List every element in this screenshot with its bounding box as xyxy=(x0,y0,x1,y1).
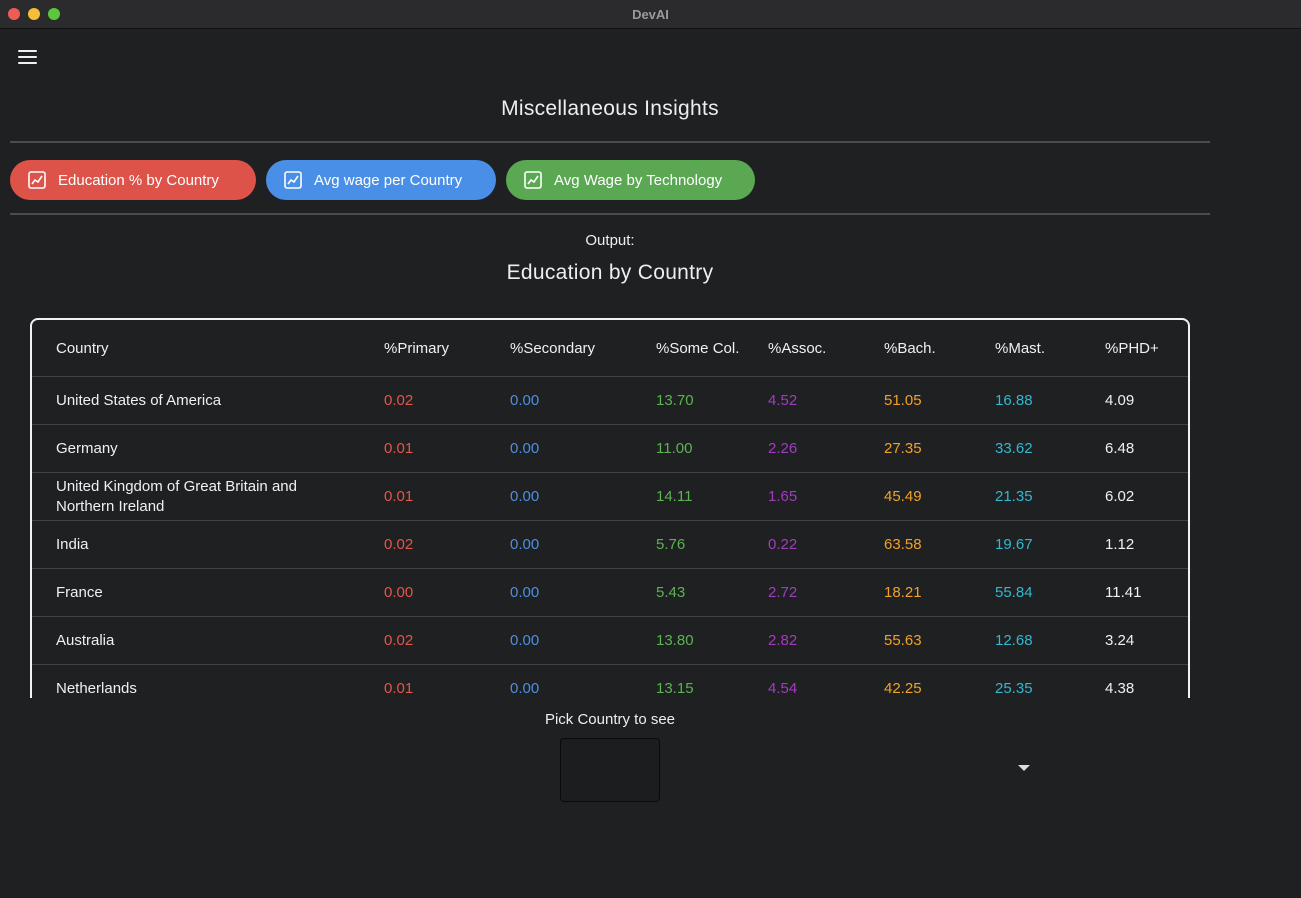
country-cell: India xyxy=(32,520,384,569)
some-college-cell: 13.80 xyxy=(656,616,768,665)
some-college-cell: 13.15 xyxy=(656,664,768,698)
bachelor-cell: 42.25 xyxy=(884,664,995,698)
table-row: Australia 0.02 0.00 13.80 2.82 55.63 12.… xyxy=(32,616,1188,665)
column-header[interactable]: Country xyxy=(32,320,384,377)
primary-cell: 0.01 xyxy=(384,472,510,521)
column-header[interactable]: %Assoc. xyxy=(768,320,884,377)
associate-cell: 4.52 xyxy=(768,376,884,425)
primary-cell: 0.02 xyxy=(384,616,510,665)
page-title: Miscellaneous Insights xyxy=(501,97,719,120)
secondary-cell: 0.00 xyxy=(510,664,656,698)
column-header[interactable]: %Primary xyxy=(384,320,510,377)
some-college-cell: 13.70 xyxy=(656,376,768,425)
avg-wage-per-country-button[interactable]: Avg wage per Country xyxy=(266,160,496,200)
primary-cell: 0.02 xyxy=(384,376,510,425)
education-table: Country %Primary %Secondary %Some Col. %… xyxy=(32,320,1188,698)
table-row: France 0.00 0.00 5.43 2.72 18.21 55.84 1… xyxy=(32,568,1188,617)
chart-icon xyxy=(28,171,46,189)
chart-icon xyxy=(284,171,302,189)
bachelor-cell: 45.49 xyxy=(884,472,995,521)
some-college-cell: 5.43 xyxy=(656,568,768,617)
primary-cell: 0.01 xyxy=(384,664,510,698)
master-cell: 55.84 xyxy=(995,568,1105,617)
country-cell: United Kingdom of Great Britain and Nort… xyxy=(32,472,384,521)
education-table-container[interactable]: Country %Primary %Secondary %Some Col. %… xyxy=(30,318,1190,698)
pick-country-label: Pick Country to see xyxy=(544,711,676,728)
phd-cell: 6.02 xyxy=(1105,472,1188,521)
top-divider xyxy=(10,141,1210,143)
some-college-cell: 5.76 xyxy=(656,520,768,569)
primary-cell: 0.01 xyxy=(384,424,510,473)
column-header[interactable]: %Bach. xyxy=(884,320,995,377)
button-label: Avg wage per Country xyxy=(314,171,463,189)
country-cell: France xyxy=(32,568,384,617)
bachelor-cell: 27.35 xyxy=(884,424,995,473)
associate-cell: 4.54 xyxy=(768,664,884,698)
chevron-down-icon[interactable] xyxy=(1018,765,1030,771)
buttons-divider xyxy=(10,213,1210,215)
table-row: Germany 0.01 0.00 11.00 2.26 27.35 33.62… xyxy=(32,424,1188,473)
country-cell: Netherlands xyxy=(32,664,384,698)
phd-cell: 3.24 xyxy=(1105,616,1188,665)
secondary-cell: 0.00 xyxy=(510,520,656,569)
country-cell: Germany xyxy=(32,424,384,473)
associate-cell: 1.65 xyxy=(768,472,884,521)
secondary-cell: 0.00 xyxy=(510,616,656,665)
app-window: DevAI Miscellaneous Insights Education %… xyxy=(0,0,1301,898)
associate-cell: 2.26 xyxy=(768,424,884,473)
output-label: Output: xyxy=(585,232,635,249)
bachelor-cell: 51.05 xyxy=(884,376,995,425)
phd-cell: 11.41 xyxy=(1105,568,1188,617)
button-label: Avg Wage by Technology xyxy=(554,171,723,189)
country-cell: United States of America xyxy=(32,376,384,425)
associate-cell: 0.22 xyxy=(768,520,884,569)
country-cell: Australia xyxy=(32,616,384,665)
secondary-cell: 0.00 xyxy=(510,424,656,473)
secondary-cell: 0.00 xyxy=(510,568,656,617)
bachelor-cell: 18.21 xyxy=(884,568,995,617)
primary-cell: 0.02 xyxy=(384,520,510,569)
phd-cell: 6.48 xyxy=(1105,424,1188,473)
button-label: Education % by Country xyxy=(58,171,219,189)
bachelor-cell: 63.58 xyxy=(884,520,995,569)
table-row: Netherlands 0.01 0.00 13.15 4.54 42.25 2… xyxy=(32,664,1188,698)
phd-cell: 1.12 xyxy=(1105,520,1188,569)
phd-cell: 4.09 xyxy=(1105,376,1188,425)
associate-cell: 2.72 xyxy=(768,568,884,617)
associate-cell: 2.82 xyxy=(768,616,884,665)
education-by-country-button[interactable]: Education % by Country xyxy=(10,160,256,200)
chart-icon xyxy=(524,171,542,189)
secondary-cell: 0.00 xyxy=(510,376,656,425)
primary-cell: 0.00 xyxy=(384,568,510,617)
column-header[interactable]: %Some Col. xyxy=(656,320,768,377)
table-row: United Kingdom of Great Britain and Nort… xyxy=(32,472,1188,521)
secondary-cell: 0.00 xyxy=(510,472,656,521)
table-row: India 0.02 0.00 5.76 0.22 63.58 19.67 1.… xyxy=(32,520,1188,569)
table-header-row: Country %Primary %Secondary %Some Col. %… xyxy=(32,320,1188,377)
master-cell: 21.35 xyxy=(995,472,1105,521)
master-cell: 12.68 xyxy=(995,616,1105,665)
some-college-cell: 14.11 xyxy=(656,472,768,521)
menu-icon[interactable] xyxy=(14,46,42,68)
some-college-cell: 11.00 xyxy=(656,424,768,473)
column-header[interactable]: %Mast. xyxy=(995,320,1105,377)
column-header[interactable]: %Secondary xyxy=(510,320,656,377)
master-cell: 19.67 xyxy=(995,520,1105,569)
master-cell: 33.62 xyxy=(995,424,1105,473)
avg-wage-by-technology-button[interactable]: Avg Wage by Technology xyxy=(506,160,755,200)
column-header[interactable]: %PHD+ xyxy=(1105,320,1188,377)
bachelor-cell: 55.63 xyxy=(884,616,995,665)
title-bar: DevAI xyxy=(0,0,1301,29)
master-cell: 16.88 xyxy=(995,376,1105,425)
master-cell: 25.35 xyxy=(995,664,1105,698)
phd-cell: 4.38 xyxy=(1105,664,1188,698)
table-title: Education by Country xyxy=(506,261,714,284)
table-row: United States of America 0.02 0.00 13.70… xyxy=(32,376,1188,425)
country-select[interactable] xyxy=(560,738,660,802)
window-title: DevAI xyxy=(632,7,669,22)
